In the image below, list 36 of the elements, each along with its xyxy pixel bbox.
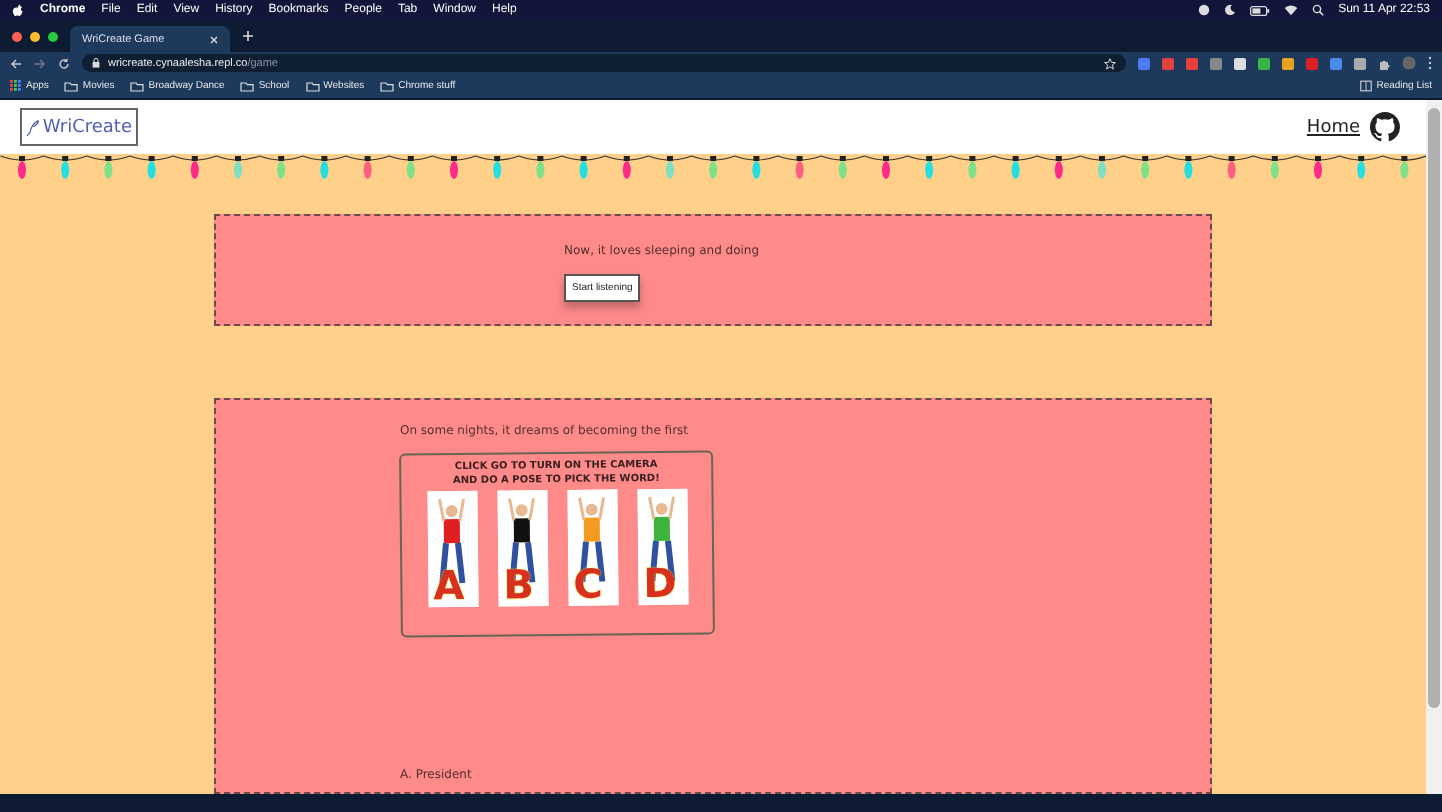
- choice-letter: D: [643, 558, 677, 608]
- choice-letter: C: [573, 559, 604, 608]
- plus-icon[interactable]: [242, 30, 254, 42]
- choice-letter: A: [433, 560, 465, 610]
- circle-icon[interactable]: [1198, 4, 1211, 16]
- puzzle-icon[interactable]: [1378, 57, 1390, 69]
- folder-icon: [240, 81, 255, 91]
- star-icon[interactable]: [1104, 57, 1116, 69]
- back-arrow-icon[interactable]: [10, 57, 22, 69]
- github-logo-icon[interactable]: [1370, 112, 1400, 142]
- home-link[interactable]: Home: [1306, 117, 1360, 137]
- folder-icon: [64, 81, 79, 91]
- choice-letter: B: [503, 560, 535, 609]
- close-window-icon[interactable]: [12, 31, 22, 41]
- battery-icon[interactable]: [1250, 5, 1271, 15]
- lock-icon: [92, 58, 100, 68]
- person-drawing: [426, 490, 478, 608]
- scrollbar-thumb[interactable]: [1428, 108, 1440, 708]
- forward-arrow-icon[interactable]: [34, 57, 46, 69]
- reading-list-icon: [1360, 80, 1373, 92]
- person-drawing: [566, 489, 618, 606]
- reload-icon[interactable]: [58, 57, 70, 69]
- folder-icon: [305, 81, 320, 91]
- apple-logo-icon[interactable]: [12, 3, 24, 17]
- person-drawing: [496, 490, 548, 607]
- folder-icon: [130, 81, 145, 91]
- apps-grid-icon: [10, 80, 22, 92]
- minimize-window-icon[interactable]: [30, 31, 40, 41]
- person-drawing: [636, 488, 688, 606]
- zoom-window-icon[interactable]: [48, 31, 58, 41]
- close-icon[interactable]: [210, 35, 218, 43]
- search-icon[interactable]: [1312, 4, 1325, 16]
- moon-icon[interactable]: [1224, 4, 1237, 16]
- folder-icon: [380, 81, 395, 91]
- wifi-icon[interactable]: [1284, 4, 1299, 16]
- site-logo[interactable]: WriCreate: [20, 108, 138, 146]
